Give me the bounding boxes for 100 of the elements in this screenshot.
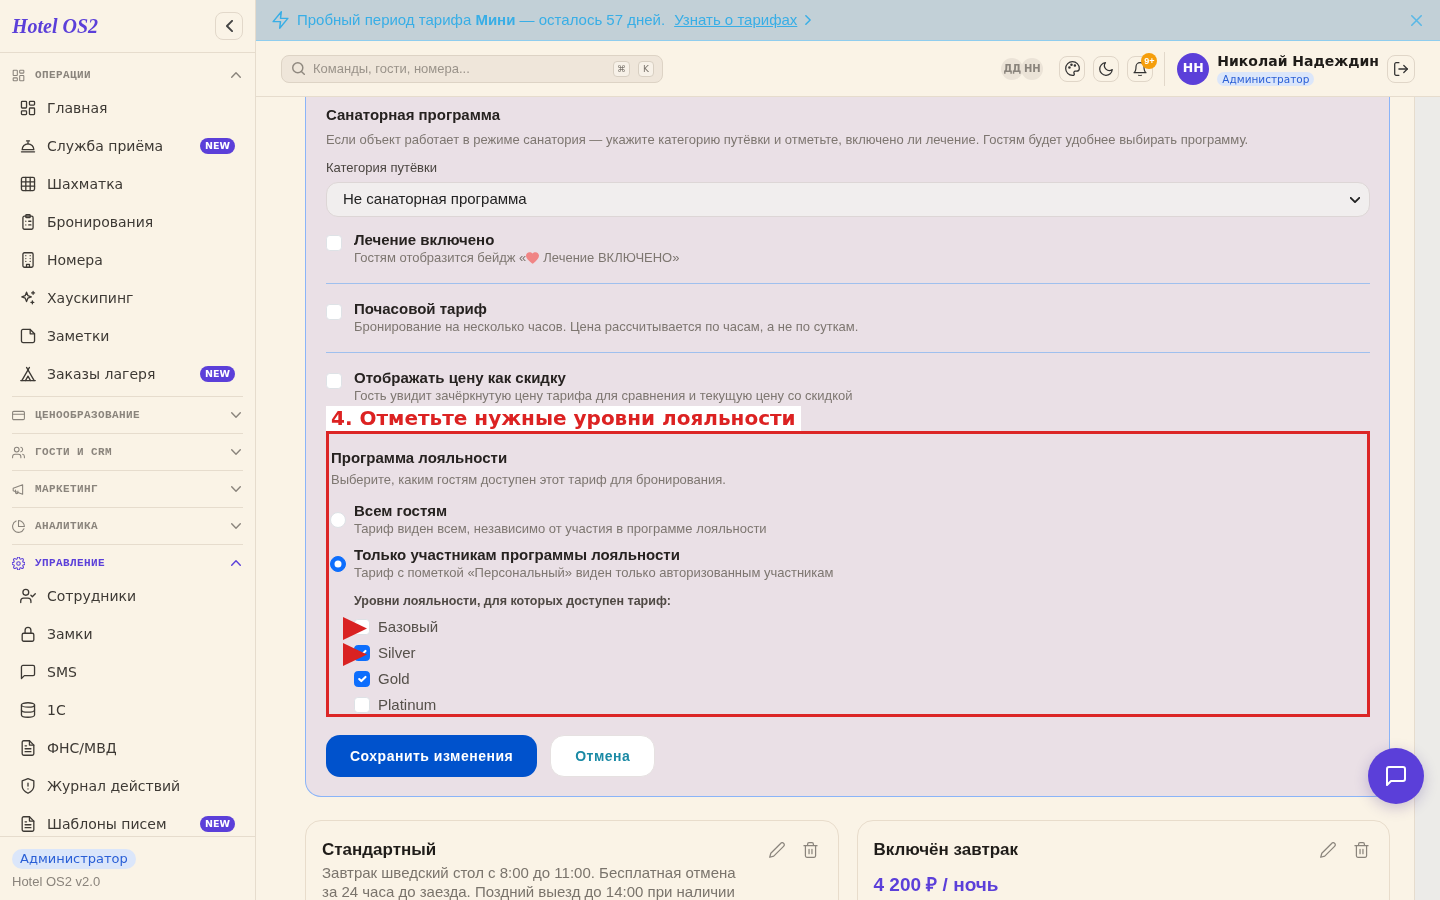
sidebar-item[interactable]: Служба приёма NEW (12, 131, 243, 161)
card-title: Включён завтрак (873, 839, 1019, 861)
new-badge: NEW (200, 366, 235, 382)
checkbox-label: Базовый (378, 618, 439, 636)
option-hint: Тариф с пометкой «Персональный» виден только авторизованным участникам (354, 564, 834, 582)
pencil-icon (768, 842, 785, 858)
radio-button[interactable] (330, 556, 346, 572)
chevron-down-icon (231, 449, 241, 455)
sidebar-item[interactable]: Заказы лагеря NEW (12, 359, 243, 389)
lock-icon (20, 626, 36, 642)
sidebar-item[interactable]: Журнал действий (12, 771, 243, 801)
chevron-up-icon (231, 560, 241, 566)
save-button[interactable]: Сохранить изменения (326, 735, 538, 777)
section-title: Санаторная программа (326, 105, 502, 125)
edit-button[interactable] (768, 842, 785, 858)
pie-chart-icon (12, 519, 25, 533)
price-text: 4 200 ₽ / ночь (873, 873, 1000, 897)
service-bell-icon (20, 138, 36, 154)
option-title: Всем гостям (354, 502, 449, 520)
section-description: Выберите, каким гостям доступен этот тариф для бронирования. (331, 471, 727, 489)
new-badge: NEW (200, 816, 235, 832)
option-hint: Тариф виден всем, независимо от участия в программе лояльности (354, 520, 767, 538)
lightning-icon (272, 11, 289, 29)
search-icon (292, 61, 305, 75)
notification-count: 9+ (1141, 52, 1158, 69)
clipboard-icon (20, 214, 36, 230)
sidebar-item[interactable]: Заметки (12, 321, 243, 351)
card-title: Стандартный (322, 839, 437, 861)
palette-icon (1064, 61, 1080, 76)
option-title: Отображать цену как скидку (354, 369, 567, 387)
option-hint: Гостям отобразится бейдж « (354, 249, 527, 267)
option-hint: Бронирование на несколько часов. Цена рассчитывается по часам, а не по суткам. (354, 318, 859, 336)
tent-icon (20, 366, 36, 382)
sidebar-item[interactable]: Бронирования (12, 207, 243, 237)
checkbox-label: Platinum (378, 696, 437, 714)
sidebar-item[interactable]: Замки (12, 619, 243, 649)
role-badge: Администратор (1217, 71, 1315, 86)
option-hint: Гость увидит зачёркнутую цену тарифа для сравнения и текущую цену со скидкой (354, 387, 853, 405)
sidebar-section-toggle[interactable]: УПРАВЛЕНИЕ (12, 549, 243, 577)
chevron-left-icon (225, 20, 233, 32)
section-description: Если объект работает в режиме санатория — укажите категорию путёвки и отметьте, включено ли лечение. Гостям будет удобнее выбирать программу. (326, 131, 1250, 149)
option-title: Только участникам программы лояльности (354, 546, 681, 564)
app-title: Hotel OS2 (12, 14, 99, 38)
user-avatar: НН (1177, 52, 1210, 85)
sidebar-item[interactable]: Шаблоны писем NEW (12, 809, 243, 836)
sidebar-item[interactable]: Главная (12, 93, 243, 123)
banner-message: Пробный период тарифа Мини — осталось 57 дней. (297, 9, 666, 30)
message-icon (20, 664, 36, 680)
theme-toggle-button[interactable] (1093, 55, 1120, 82)
credit-card-icon (12, 408, 25, 422)
document-icon (20, 740, 36, 756)
sidebar-item[interactable]: Хаускипинг (12, 283, 243, 313)
version-text: Hotel OS2 v2.0 (12, 873, 102, 891)
cancel-button[interactable]: Отмена (550, 735, 656, 777)
user-check-icon (20, 588, 36, 604)
building-icon (20, 252, 36, 268)
sidebar-item[interactable]: ФНС/МВД (12, 733, 243, 763)
section-title: Программа лояльности (331, 448, 509, 468)
checkbox-label: Gold (378, 670, 410, 688)
moon-icon (1099, 61, 1114, 76)
pencil-icon (1320, 842, 1336, 858)
annotation-label: 4. Отметьте нужные уровни лояльности (326, 406, 801, 431)
user-name: Николай Надеждин (1217, 51, 1379, 70)
card-description: Завтрак шведский стол с 8:00 до 11:00. Бесплатная отмена за 24 часа до заезда. Поздний выезд до 14:00 при наличии (322, 863, 737, 900)
logout-icon (1394, 61, 1408, 76)
sidebar-item[interactable]: SMS (12, 657, 243, 687)
field-label: Категория путёвки (326, 159, 438, 177)
users-icon (12, 445, 25, 459)
collapse-sidebar-button[interactable] (215, 12, 243, 40)
checkbox[interactable] (354, 671, 370, 687)
document-icon (20, 816, 36, 832)
levels-label: Уровни лояльности, для которых доступен тариф: (354, 593, 672, 610)
grid-icon (12, 68, 25, 82)
option-title: Лечение включено (354, 231, 496, 249)
presence-avatar: НН (1021, 57, 1044, 80)
trash-icon (802, 842, 818, 858)
sidebar-item[interactable]: 1С (12, 695, 243, 725)
chevron-right-icon (805, 15, 812, 25)
option-title: Почасовой тариф (354, 300, 488, 318)
chat-bubble-icon (1386, 766, 1406, 786)
palette-button[interactable] (1059, 55, 1086, 82)
heart-icon (526, 252, 540, 264)
checkbox-label: Silver (378, 644, 416, 662)
sparkles-icon (20, 290, 36, 306)
sidebar-item[interactable]: Шахматка (12, 169, 243, 199)
chevron-down-icon (231, 412, 241, 418)
chevron-down-icon (231, 523, 241, 529)
delete-button[interactable] (802, 842, 818, 858)
chevron-up-icon (231, 72, 241, 78)
sidebar-item[interactable]: Номера (12, 245, 243, 275)
logout-button[interactable] (1387, 54, 1415, 83)
note-icon (20, 328, 36, 344)
role-badge: Администратор (12, 848, 136, 869)
table-grid-icon (20, 176, 36, 192)
edit-button[interactable] (1320, 842, 1336, 858)
sidebar-item[interactable]: Сотрудники (12, 581, 243, 611)
category-select[interactable]: Не санаторная программа (326, 182, 1370, 217)
delete-button[interactable] (1354, 842, 1369, 858)
chevron-down-icon (1350, 196, 1360, 203)
settings-icon (12, 556, 25, 570)
